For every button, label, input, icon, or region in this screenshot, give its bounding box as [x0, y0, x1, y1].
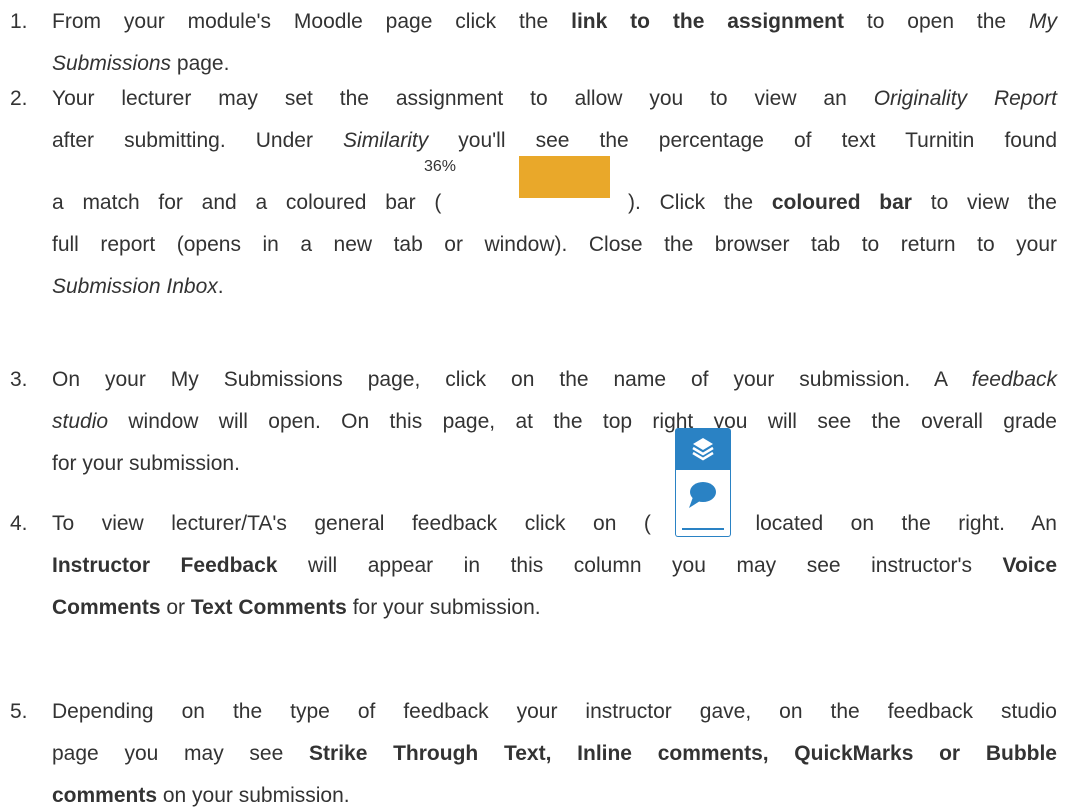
step-number: 2. [10, 87, 28, 110]
text-run: ). Click the [628, 191, 772, 214]
text-line: comments on your submission. [52, 782, 1057, 810]
text-run: To view lecturer/TA's general feedback c… [52, 512, 651, 535]
text-run: or [160, 596, 191, 619]
text-run: you'll see the percentage of text Turnit… [428, 129, 1058, 152]
text-line: full report (opens in a new tab or windo… [52, 231, 1057, 259]
bold-text: Text Comments [190, 596, 347, 619]
text-run: on your submission. [157, 784, 350, 807]
text-run: after submitting. Under [52, 129, 344, 152]
text-line: To view lecturer/TA's general feedback c… [52, 510, 1057, 538]
text-run: . [217, 275, 224, 298]
text-line: Instructor Feedback will appear in this … [52, 552, 1057, 580]
layers-icon [675, 428, 731, 470]
divider [682, 528, 724, 530]
text-line: after submitting. Under Similarity you'l… [52, 127, 1057, 155]
italic-text: Submission Inbox [52, 275, 218, 298]
italic-text: Submissions [52, 52, 172, 75]
text-run: full report (opens in a new tab or windo… [52, 233, 1057, 256]
text-run: ) located on the right. An [720, 512, 1057, 535]
speech-bubble-icon [675, 470, 731, 537]
step-number: 5. [10, 700, 28, 723]
text-run: Depending on the type of feedback your i… [52, 700, 1057, 723]
text-run: page. [171, 52, 230, 75]
italic-text: studio [52, 410, 109, 433]
bold-text: comments [52, 784, 158, 807]
italic-text: My [1029, 10, 1058, 33]
text-line: From your module's Moodle page click the… [52, 8, 1057, 36]
step-number: 3. [10, 368, 28, 391]
text-run: page you may see [52, 742, 310, 765]
bold-text: coloured bar [771, 191, 912, 214]
bold-text: Voice [1002, 554, 1057, 577]
text-line: Your lecturer may set the assignment to … [52, 85, 1057, 113]
text-line: for your submission. [52, 450, 1057, 478]
text-line: Comments or Text Comments for your submi… [52, 594, 1057, 622]
text-line: On your My Submissions page, click on th… [52, 366, 1057, 394]
text-line: page you may see Strike Through Text, In… [52, 740, 1057, 768]
text-line: Submissions page. [52, 50, 1057, 78]
text-run: to view the [911, 191, 1057, 214]
text-run: for your submission. [346, 596, 541, 619]
similarity-colored-bar[interactable] [519, 156, 610, 198]
text-run: will appear in this column you may see i… [277, 554, 1003, 577]
similarity-percent: 36% [424, 158, 457, 175]
bold-text: link to the assignment [571, 10, 844, 33]
text-run: From your module's Moodle page click the [52, 10, 572, 33]
italic-text: Originality Report [873, 87, 1057, 110]
text-run: a match for and a coloured bar ( [52, 191, 442, 214]
step-number: 4. [10, 512, 28, 535]
bold-text: Comments [52, 596, 161, 619]
text-line: studio window will open. On this page, a… [52, 408, 1057, 436]
text-run: On your My Submissions page, click on th… [52, 368, 972, 391]
italic-text: Similarity [343, 129, 429, 152]
bold-text: Instructor Feedback [52, 554, 278, 577]
bold-text: Strike Through Text, Inline comments, Qu… [309, 742, 1057, 765]
text-line: Depending on the type of feedback your i… [52, 698, 1057, 726]
text-run: window will open. On this page, at the t… [108, 410, 1057, 433]
feedback-panel-icon[interactable] [675, 428, 731, 538]
text-run: Your lecturer may set the assignment to … [52, 87, 874, 110]
step-number: 1. [10, 10, 28, 33]
text-run: to open the [844, 10, 1030, 33]
italic-text: feedback [971, 368, 1057, 391]
text-run: for your submission. [52, 452, 240, 475]
text-line: Submission Inbox. [52, 273, 1057, 301]
